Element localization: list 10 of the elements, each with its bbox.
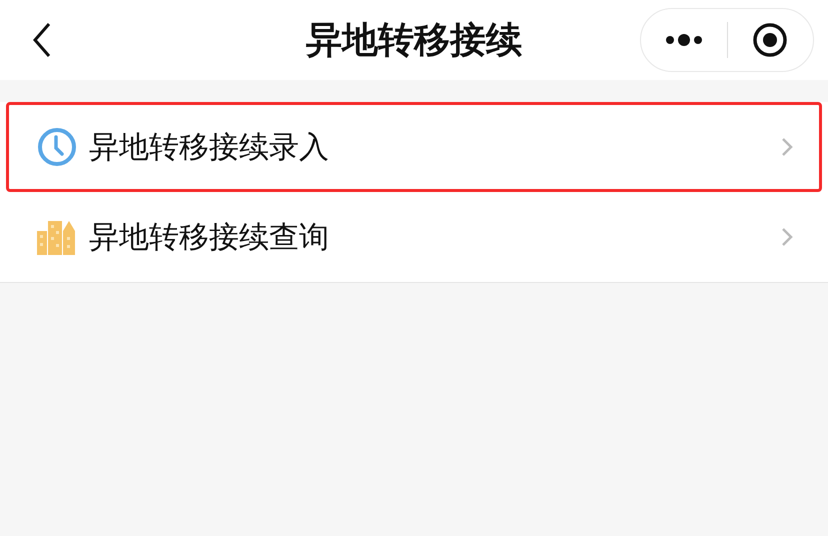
clock-icon [37,127,77,167]
back-icon [32,22,52,58]
menu-item[interactable]: 异地转移接续查询 [6,192,822,282]
menu-item[interactable]: 异地转移接续录入 [6,102,822,192]
menu-label: 异地转移接续查询 [89,218,329,256]
menu-label: 异地转移接续录入 [89,128,329,166]
chevron-icon [781,227,793,247]
more-icon [664,33,704,47]
page-title: 异地转移接续 [306,18,522,62]
chevron-icon [781,137,793,157]
